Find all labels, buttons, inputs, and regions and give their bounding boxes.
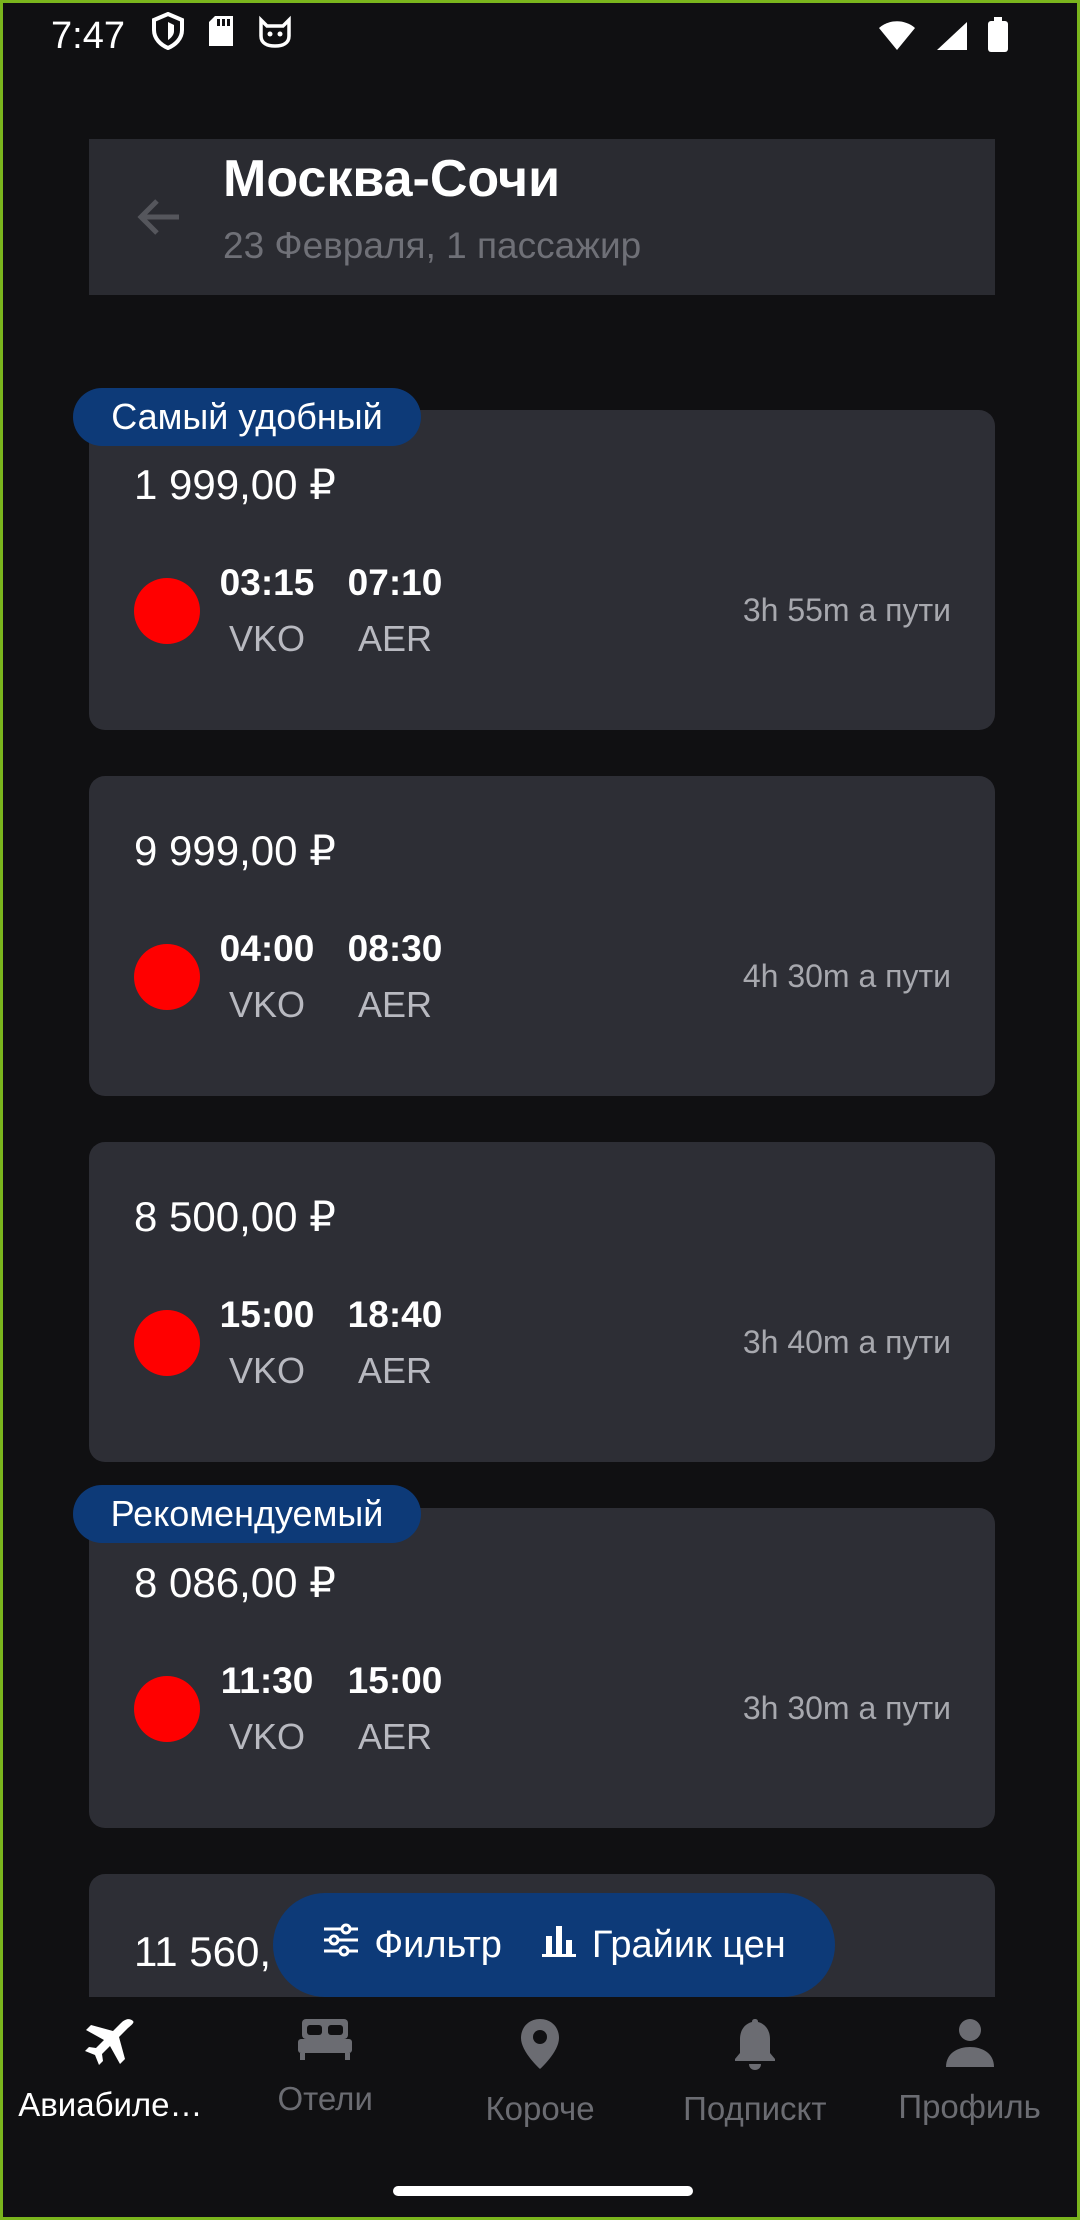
nav-label: Отели: [277, 2080, 373, 2117]
flight-duration: 3h 40m а пути: [742, 1324, 951, 1360]
flight-price: 9 999,00 ₽: [134, 827, 336, 874]
arrival-airport: AER: [357, 618, 433, 659]
flight-duration: 4h 30m а пути: [742, 958, 951, 994]
arrival-airport: AER: [357, 984, 433, 1025]
nav-label: Профиль: [898, 2088, 1041, 2125]
arrival: 15:00 AER: [341, 1660, 449, 1758]
nav-item-subscriptions[interactable]: Подпискт: [647, 1997, 862, 2157]
page-title: Москва-Сочи: [223, 150, 561, 208]
arrival-time: 18:40: [347, 1294, 443, 1335]
bottom-navigation: Авиабиле… Отели Короче Подпискт Профиль: [3, 1997, 1077, 2157]
flight-card[interactable]: 8 086,00 ₽ 11:30 VKO 15:00 AER 3h 30m а …: [89, 1508, 995, 1828]
departure-airport: VKO: [228, 984, 306, 1025]
departure-airport: VKO: [228, 1716, 306, 1757]
nav-label: Авиабиле…: [18, 2086, 203, 2123]
filter-button[interactable]: Фильтр: [322, 1923, 502, 1967]
arrow-left-icon: [135, 197, 183, 242]
sd-card-icon: [207, 14, 235, 58]
departure-airport: VKO: [228, 618, 306, 659]
bell-icon: [732, 2017, 778, 2076]
home-indicator[interactable]: [393, 2186, 693, 2196]
wifi-icon: [877, 19, 917, 62]
search-details: 23 Февраля, 1 пассажир: [223, 225, 642, 266]
airline-logo: [134, 1310, 200, 1376]
flight-price: 1 999,00 ₽: [134, 461, 336, 508]
battery-icon: [987, 17, 1009, 63]
badge-most-convenient: Самый удобный: [73, 388, 421, 446]
flight-price: 8 500,00 ₽: [134, 1193, 336, 1240]
shield-icon: [151, 11, 185, 60]
signal-icon: [935, 19, 969, 62]
status-time: 7:47: [51, 14, 125, 57]
bed-icon: [296, 2017, 354, 2066]
arrival-time: 07:10: [347, 562, 443, 603]
nav-item-hotels[interactable]: Отели: [218, 1997, 433, 2157]
price-chart-label: Грайик цен: [591, 1923, 786, 1966]
nav-item-flights[interactable]: Авиабиле…: [3, 1997, 218, 2157]
filter-label: Фильтр: [374, 1923, 502, 1966]
departure-time: 03:15: [219, 562, 315, 603]
nav-item-profile[interactable]: Профиль: [862, 1997, 1077, 2157]
airline-logo: [134, 1676, 200, 1742]
flight-card[interactable]: 9 999,00 ₽ 04:00 VKO 08:30 AER 4h 30m а …: [89, 776, 995, 1096]
flight-card[interactable]: 1 999,00 ₽ 03:15 VKO 07:10 AER 3h 55m а …: [89, 410, 995, 730]
arrival: 18:40 AER: [341, 1294, 449, 1392]
flight-duration: 3h 30m а пути: [742, 1690, 951, 1726]
action-bar: Фильтр Грайик цен: [273, 1893, 835, 1997]
flight-price: 11 560,: [134, 1928, 272, 1975]
flight-price: 8 086,00 ₽: [134, 1559, 336, 1606]
flight-card[interactable]: 8 500,00 ₽ 15:00 VKO 18:40 AER 3h 40m а …: [89, 1142, 995, 1462]
arrival-airport: AER: [357, 1350, 433, 1391]
flight-duration: 3h 55m а пути: [742, 592, 951, 628]
arrival: 08:30 AER: [341, 928, 449, 1026]
bar-chart-icon: [540, 1922, 578, 1968]
departure-airport: VKO: [228, 1350, 306, 1391]
nav-label: Короче: [485, 2090, 595, 2127]
departure: 04:00 VKO: [213, 928, 321, 1026]
nav-item-shorts[interactable]: Короче: [433, 1997, 648, 2157]
departure: 11:30 VKO: [213, 1660, 321, 1758]
airplane-icon: [83, 2017, 137, 2072]
departure-time: 15:00: [219, 1294, 315, 1335]
nav-label: Подпискт: [683, 2090, 827, 2127]
arrival-time: 08:30: [347, 928, 443, 969]
departure: 15:00 VKO: [213, 1294, 321, 1392]
arrival: 07:10 AER: [341, 562, 449, 660]
location-pin-icon: [519, 2017, 561, 2076]
person-icon: [944, 2017, 996, 2074]
route-header: Москва-Сочи 23 Февраля, 1 пассажир: [89, 139, 995, 295]
departure-time: 11:30: [220, 1660, 314, 1701]
cat-face-icon: [257, 14, 293, 58]
departure: 03:15 VKO: [213, 562, 321, 660]
sliders-icon: [322, 1923, 360, 1967]
airline-logo: [134, 578, 200, 644]
arrival-time: 15:00: [347, 1660, 443, 1701]
departure-time: 04:00: [219, 928, 315, 969]
arrival-airport: AER: [357, 1716, 433, 1757]
price-chart-button[interactable]: Грайик цен: [540, 1922, 786, 1968]
badge-recommended: Рекомендуемый: [73, 1485, 421, 1543]
status-bar: 7:47: [3, 3, 1077, 69]
app-screen: 7:47 Москва-Сочи 23 Февраля, 1 пассажир …: [0, 0, 1080, 2220]
airline-logo: [134, 944, 200, 1010]
back-button[interactable]: [129, 189, 189, 249]
